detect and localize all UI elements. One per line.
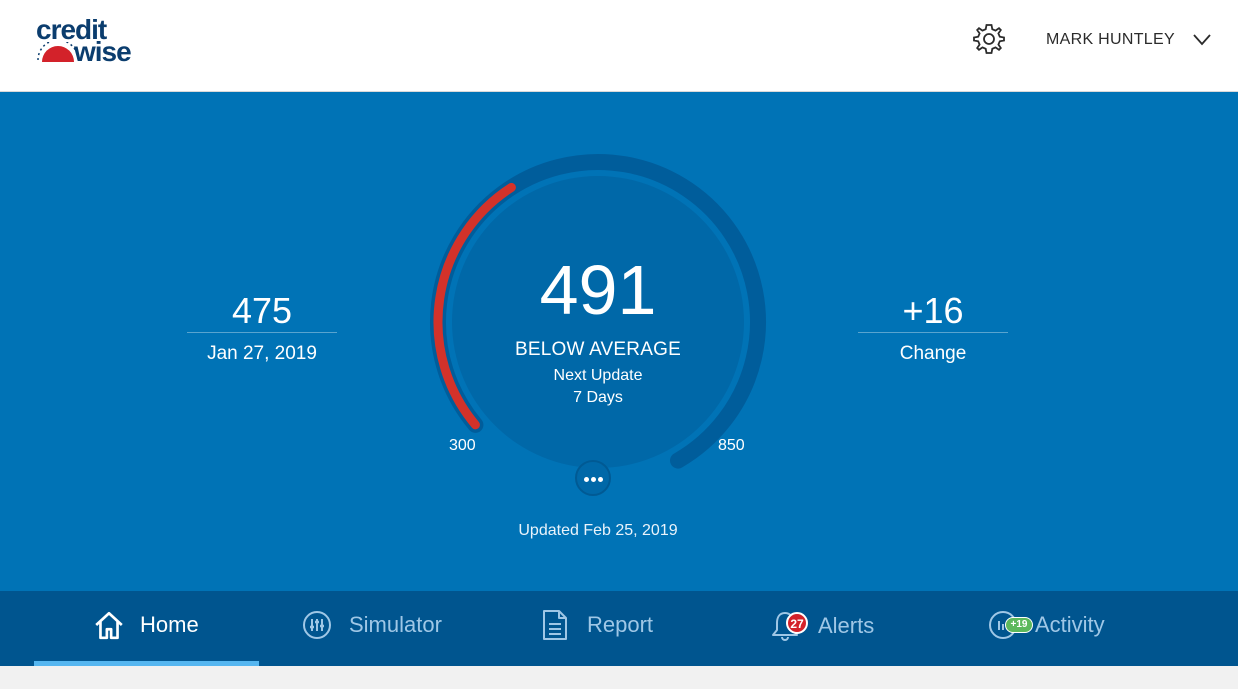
divider (858, 332, 1008, 333)
score-change: +16 (902, 290, 964, 331)
home-icon (95, 611, 123, 640)
score-change-block: +16 Change (858, 290, 1008, 365)
nav-activity-label: Activity (1035, 612, 1105, 637)
nav-simulator-label: Simulator (349, 612, 442, 637)
range-min-label: 300 (449, 437, 476, 454)
sliders-icon (303, 611, 331, 639)
score-hero: 475 Jan 27, 2019 491 BELOW AVERAGE Next … (0, 92, 1238, 591)
nav-activity[interactable]: +19 Activity (985, 591, 1155, 666)
more-options-button[interactable] (575, 460, 611, 496)
top-header: credit wise MARK HUNTLEY (0, 0, 1238, 92)
range-max-label: 850 (718, 437, 745, 454)
previous-score-date: Jan 27, 2019 (207, 343, 317, 364)
next-update-label: Next Update (553, 367, 643, 384)
dot (598, 477, 603, 482)
creditwise-logo[interactable]: credit wise (36, 16, 151, 67)
current-score: 491 (539, 251, 657, 329)
dot (591, 477, 596, 482)
score-change-label: Change (899, 343, 967, 364)
updated-date: Updated Feb 25, 2019 (518, 522, 678, 539)
dot (584, 477, 589, 482)
chevron-down-icon[interactable] (1192, 31, 1212, 49)
document-icon (543, 610, 567, 640)
next-update-value: 7 Days (573, 389, 623, 406)
previous-score-block: 475 Jan 27, 2019 (187, 290, 337, 365)
previous-score: 475 (231, 290, 293, 331)
nav-report-label: Report (587, 612, 654, 637)
logo-text-wise: wise (74, 36, 132, 67)
nav-alerts-label: Alerts (818, 613, 875, 638)
alerts-count-badge: 27 (786, 612, 808, 634)
bottom-nav: Home Simulator Report 27 Alerts +19 Acti… (0, 591, 1238, 666)
nav-home[interactable]: Home (34, 591, 259, 666)
user-name[interactable]: MARK HUNTLEY (1046, 31, 1175, 49)
score-rating: BELOW AVERAGE (515, 339, 681, 360)
nav-simulator[interactable]: Simulator (290, 591, 480, 666)
activity-count-badge: +19 (1005, 617, 1033, 633)
nav-alerts[interactable]: 27 Alerts (760, 591, 920, 666)
gear-icon[interactable] (972, 22, 1006, 56)
content-background (0, 666, 1238, 689)
nav-home-label: Home (140, 612, 199, 637)
nav-report[interactable]: Report (530, 591, 690, 666)
divider (187, 332, 337, 333)
